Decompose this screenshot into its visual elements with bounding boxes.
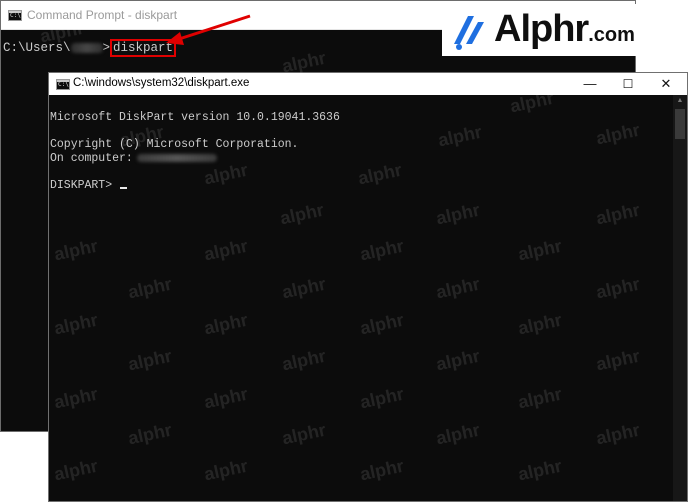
diskpart-prompt: DISKPART> bbox=[50, 179, 113, 192]
diskpart-console[interactable]: Microsoft DiskPart version 10.0.19041.36… bbox=[49, 95, 673, 501]
version-line: Microsoft DiskPart version 10.0.19041.36… bbox=[50, 111, 340, 124]
diskpart-window[interactable]: C:\ C:\windows\system32\diskpart.exe — ☐… bbox=[48, 72, 688, 502]
background-console-line: C:\Users\ > diskpart bbox=[3, 39, 177, 57]
vertical-scrollbar[interactable]: ▲ bbox=[673, 95, 687, 501]
prompt-suffix: > bbox=[102, 41, 111, 55]
computer-label: On computer: bbox=[50, 152, 133, 165]
scroll-up-arrow-icon[interactable]: ▲ bbox=[673, 95, 687, 107]
logo-brand: Alphr bbox=[494, 8, 589, 50]
redacted-username bbox=[70, 42, 103, 53]
background-window-title: Command Prompt - diskpart bbox=[27, 8, 178, 22]
prompt-prefix: C:\Users\ bbox=[3, 41, 71, 55]
alphr-logo-mark-icon bbox=[454, 16, 484, 50]
maximize-button[interactable]: ☐ bbox=[609, 73, 647, 95]
diskpart-title-bar[interactable]: C:\ C:\windows\system32\diskpart.exe — ☐… bbox=[49, 73, 687, 95]
prompt-line: DISKPART> bbox=[50, 179, 128, 193]
redacted-computer-name bbox=[136, 153, 217, 162]
close-button[interactable]: ✕ bbox=[647, 73, 685, 95]
text-cursor bbox=[120, 187, 128, 189]
alphr-logo: Alphr.com bbox=[442, 4, 636, 56]
red-arrow-icon bbox=[166, 14, 251, 45]
command-prompt-icon: C:\ bbox=[8, 10, 22, 21]
logo-text: Alphr.com bbox=[494, 8, 635, 56]
diskpart-window-title: C:\windows\system32\diskpart.exe bbox=[73, 77, 250, 89]
scrollbar-thumb[interactable] bbox=[675, 109, 685, 139]
copyright-line: Copyright (C) Microsoft Corporation. bbox=[50, 138, 299, 151]
diskpart-window-icon: C:\ bbox=[56, 79, 70, 90]
minimize-button[interactable]: — bbox=[571, 73, 609, 95]
logo-suffix: .com bbox=[588, 24, 635, 46]
computer-line: On computer: bbox=[50, 152, 217, 166]
